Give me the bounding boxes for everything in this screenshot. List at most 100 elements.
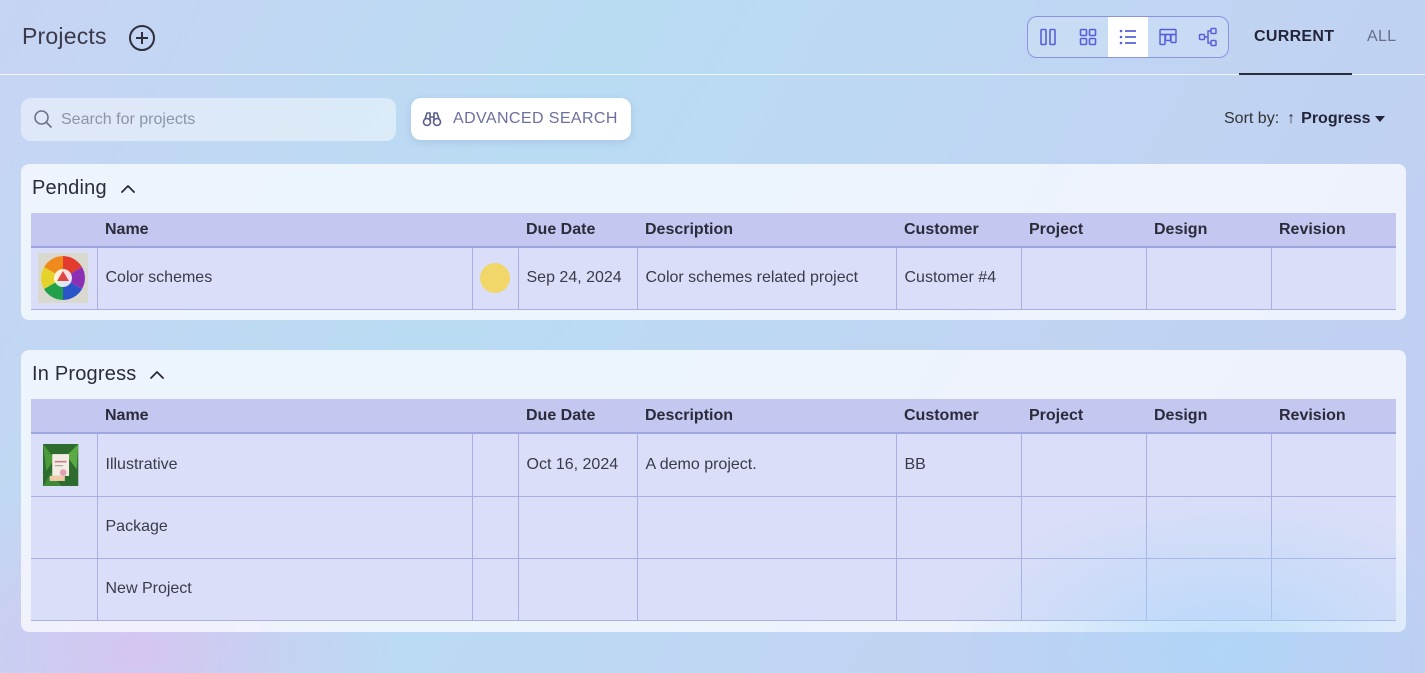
binoculars-icon (422, 112, 442, 127)
group-title: Pending (32, 177, 107, 199)
sort-direction-icon[interactable]: ↑ (1287, 110, 1295, 128)
search-box (21, 98, 396, 141)
grid-icon (1079, 28, 1097, 46)
sort-value[interactable]: Progress (1301, 110, 1370, 128)
project-cell (1021, 247, 1147, 310)
caret-down-icon[interactable] (1374, 116, 1385, 122)
description: A demo project. (637, 433, 897, 497)
tab-all[interactable]: ALL (1367, 28, 1396, 46)
column-header-description[interactable]: Description (637, 213, 896, 248)
board-icon (1159, 28, 1177, 46)
due-date (518, 558, 638, 621)
table-row[interactable]: New Project (31, 558, 1396, 621)
columns-icon (1040, 28, 1056, 46)
column-header-status (472, 399, 518, 434)
color-wheel-image (38, 253, 88, 304)
project-name[interactable]: New Project (97, 558, 473, 621)
view-switcher (1027, 16, 1229, 58)
view-columns-button[interactable] (1028, 17, 1068, 57)
active-tab-indicator (1239, 73, 1352, 75)
view-grid-button[interactable] (1068, 17, 1108, 57)
chevron-up-icon[interactable] (148, 366, 166, 384)
project-name[interactable]: Color schemes (97, 247, 473, 310)
table-header-row: Name Due Date Description Customer Proje… (31, 213, 1396, 248)
status-cell (472, 433, 519, 497)
table-row[interactable]: Color schemes Sep 24, 2024 Color schemes… (31, 247, 1396, 310)
description (637, 558, 897, 621)
view-list-button[interactable] (1108, 17, 1148, 57)
column-header-thumbnail (31, 399, 97, 434)
column-header-design[interactable]: Design (1146, 213, 1271, 248)
description (637, 496, 897, 559)
column-header-project[interactable]: Project (1021, 213, 1146, 248)
add-project-button[interactable] (129, 25, 155, 51)
customer (896, 496, 1022, 559)
advanced-search-button[interactable]: ADVANCED SEARCH (411, 98, 631, 140)
projects-table: Name Due Date Description Customer Proje… (31, 399, 1396, 621)
projects-table: Name Due Date Description Customer Proje… (31, 213, 1396, 310)
revision-cell (1271, 496, 1396, 559)
column-header-revision[interactable]: Revision (1271, 399, 1396, 434)
column-header-project[interactable]: Project (1021, 399, 1146, 434)
list-icon (1119, 29, 1136, 45)
column-header-name[interactable]: Name (97, 213, 472, 248)
column-header-description[interactable]: Description (637, 399, 896, 434)
column-header-design[interactable]: Design (1146, 399, 1271, 434)
design-cell (1146, 247, 1272, 310)
group-header[interactable]: In Progress (32, 363, 166, 386)
customer: BB (896, 433, 1022, 497)
page-title: Projects (22, 23, 107, 49)
table-header-row: Name Due Date Description Customer Proje… (31, 399, 1396, 434)
project-cell (1021, 496, 1147, 559)
revision-cell (1271, 433, 1396, 497)
tab-current[interactable]: CURRENT (1254, 28, 1334, 46)
search-icon (34, 110, 52, 128)
column-header-name[interactable]: Name (97, 399, 472, 434)
revision-cell (1271, 558, 1396, 621)
design-cell (1146, 558, 1272, 621)
group-pending: Pending Name Due Date Description Custom… (21, 164, 1406, 320)
thumbnail-cell (31, 433, 98, 497)
status-cell (472, 247, 519, 310)
view-board-button[interactable] (1148, 17, 1188, 57)
column-header-due-date[interactable]: Due Date (518, 213, 637, 248)
group-header[interactable]: Pending (32, 177, 137, 200)
project-cell (1021, 558, 1147, 621)
search-input[interactable] (61, 98, 381, 141)
chevron-up-icon[interactable] (119, 180, 137, 198)
due-date (518, 496, 638, 559)
column-header-due-date[interactable]: Due Date (518, 399, 637, 434)
status-cell (472, 558, 519, 621)
thumbnail-cell (31, 558, 98, 621)
illustration-image (43, 443, 79, 486)
customer (896, 558, 1022, 621)
column-header-thumbnail (31, 213, 97, 248)
column-header-customer[interactable]: Customer (896, 213, 1021, 248)
advanced-search-label: ADVANCED SEARCH (453, 110, 618, 127)
project-name[interactable]: Package (97, 496, 473, 559)
column-header-revision[interactable]: Revision (1271, 213, 1396, 248)
column-header-status (472, 213, 518, 248)
status-dot (479, 263, 510, 294)
column-header-customer[interactable]: Customer (896, 399, 1021, 434)
project-name[interactable]: Illustrative (97, 433, 473, 497)
group-in-progress: In Progress Name Due Date Description Cu… (21, 350, 1406, 632)
design-cell (1146, 496, 1272, 559)
design-cell (1146, 433, 1272, 497)
table-row[interactable]: Package (31, 496, 1396, 559)
status-cell (472, 496, 519, 559)
sort-label: Sort by: (1224, 110, 1280, 127)
hierarchy-icon (1198, 27, 1217, 47)
table-row[interactable]: Illustrative Oct 16, 2024 A demo project… (31, 433, 1396, 497)
thumbnail-cell (31, 247, 98, 310)
customer: Customer #4 (896, 247, 1022, 310)
due-date: Sep 24, 2024 (518, 247, 638, 310)
project-cell (1021, 433, 1147, 497)
revision-cell (1271, 247, 1396, 310)
view-hierarchy-button[interactable] (1188, 17, 1228, 57)
due-date: Oct 16, 2024 (518, 433, 638, 497)
description: Color schemes related project (637, 247, 897, 310)
top-bar: Projects CURRENT ALL (0, 0, 1425, 75)
sort-control[interactable]: Sort by: ↑ Progress (1224, 110, 1385, 128)
thumbnail-cell (31, 496, 98, 559)
